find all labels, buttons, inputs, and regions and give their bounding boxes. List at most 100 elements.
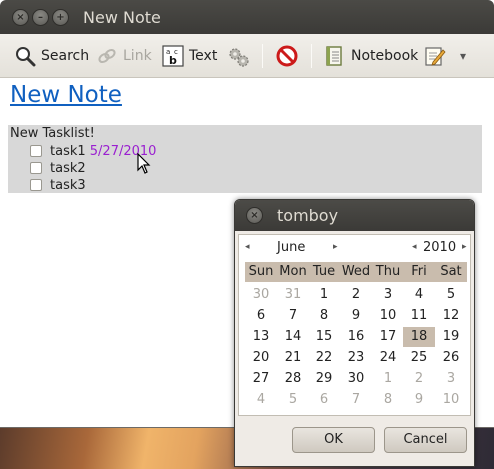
calendar-day[interactable]: 30 [245, 285, 277, 305]
note-title[interactable]: New Note [10, 82, 122, 108]
notebook-label: Notebook [351, 48, 419, 64]
cancel-button[interactable]: Cancel [384, 427, 467, 453]
calendar-day[interactable]: 24 [372, 348, 404, 368]
task-checkbox[interactable] [30, 145, 42, 157]
calendar-day[interactable]: 18 [403, 327, 435, 347]
mouse-pointer-icon [137, 153, 151, 174]
calendar-day[interactable]: 14 [277, 327, 309, 347]
task-label[interactable]: task3 [50, 178, 86, 193]
minimize-window-button[interactable]: – [32, 9, 49, 26]
window-titlebar[interactable]: × – + New Note [0, 0, 494, 34]
calendar-day[interactable]: 11 [403, 306, 435, 326]
calendar-day[interactable]: 7 [277, 306, 309, 326]
calendar-day[interactable]: 26 [435, 348, 467, 368]
calendar-day[interactable]: 1 [372, 369, 404, 389]
calendar-day[interactable]: 9 [403, 390, 435, 410]
weekday-header: Sun Mon Tue Wed Thu Fri Sat [245, 262, 467, 282]
calendar-day[interactable]: 31 [277, 285, 309, 305]
text-button[interactable]: a c b Text [162, 44, 217, 68]
next-month-button[interactable]: ▸ [333, 238, 338, 256]
task-checkbox[interactable] [30, 162, 42, 174]
calendar-day[interactable]: 4 [403, 285, 435, 305]
calendar-day[interactable]: 2 [340, 285, 372, 305]
text-label: Text [189, 48, 218, 64]
maximize-window-button[interactable]: + [52, 9, 69, 26]
svg-text:b: b [169, 54, 177, 67]
calendar-day[interactable]: 30 [340, 369, 372, 389]
calendar-day[interactable]: 8 [372, 390, 404, 410]
search-button[interactable]: Search [14, 44, 89, 68]
calendar-day[interactable]: 5 [435, 285, 467, 305]
prev-month-button[interactable]: ◂ [245, 238, 250, 256]
weekday-label: Sat [440, 264, 462, 279]
task-item: task3 [30, 177, 86, 193]
close-dialog-button[interactable]: × [246, 207, 263, 224]
search-label: Search [41, 48, 90, 64]
calendar-day[interactable]: 12 [435, 306, 467, 326]
calendar-day[interactable]: 21 [277, 348, 309, 368]
calendar-day[interactable]: 13 [245, 327, 277, 347]
weekday-label: Fri [411, 264, 427, 279]
calendar-day[interactable]: 4 [245, 390, 277, 410]
year-label: 2010 [423, 239, 457, 255]
text-style-icon: a c b [162, 45, 184, 67]
tasklist: New Tasklist! task1 5/27/2010 task2 task… [8, 125, 482, 193]
notebook-button[interactable]: Notebook [324, 44, 418, 68]
calendar-day[interactable]: 8 [308, 306, 340, 326]
arrow-right-icon: ▸ [333, 242, 338, 252]
tasklist-title[interactable]: New Tasklist! [10, 126, 95, 141]
dialog-title: tomboy [277, 206, 339, 225]
arrow-left-icon: ◂ [245, 242, 250, 252]
link-label: Link [123, 48, 152, 64]
prev-year-button[interactable]: ◂ [412, 238, 417, 256]
calendar-day[interactable]: 3 [372, 285, 404, 305]
calendar-day[interactable]: 22 [308, 348, 340, 368]
notebook-icon [324, 45, 346, 67]
note-actions-button[interactable] [424, 44, 446, 68]
calendar-day[interactable]: 10 [435, 390, 467, 410]
calendar-day[interactable]: 27 [245, 369, 277, 389]
calendar: ◂ June ▸ ◂ 2010 ▸ Sun Mon Tue Wed Thu Fr… [238, 234, 471, 416]
calendar-day[interactable]: 20 [245, 348, 277, 368]
window-title: New Note [83, 8, 161, 27]
tools-button[interactable] [227, 44, 249, 68]
no-entry-icon [276, 45, 298, 67]
calendar-day[interactable]: 1 [308, 285, 340, 305]
toolbar-menu-arrow[interactable]: ▾ [460, 44, 466, 68]
toolbar-separator [262, 44, 263, 68]
pencil-note-icon [424, 45, 446, 67]
search-icon [14, 45, 36, 67]
link-button[interactable]: Link [96, 44, 152, 68]
calendar-day[interactable]: 10 [372, 306, 404, 326]
task-item: task2 [30, 160, 86, 176]
ok-button[interactable]: OK [292, 427, 375, 453]
arrow-left-icon: ◂ [412, 242, 417, 252]
calendar-day[interactable]: 9 [340, 306, 372, 326]
delete-button[interactable] [276, 44, 298, 68]
calendar-day[interactable]: 3 [435, 369, 467, 389]
calendar-day[interactable]: 28 [277, 369, 309, 389]
window-controls: × – + [12, 9, 69, 26]
link-icon [96, 45, 118, 67]
calendar-day[interactable]: 7 [340, 390, 372, 410]
calendar-day[interactable]: 5 [277, 390, 309, 410]
calendar-day[interactable]: 29 [308, 369, 340, 389]
calendar-day[interactable]: 15 [308, 327, 340, 347]
calendar-day[interactable]: 6 [308, 390, 340, 410]
date-picker-dialog: × tomboy ◂ June ▸ ◂ 2010 ▸ Sun Mon Tue W… [234, 199, 475, 467]
next-year-button[interactable]: ▸ [462, 238, 467, 256]
gear-icon [227, 45, 249, 67]
task-checkbox[interactable] [30, 179, 42, 191]
calendar-day[interactable]: 23 [340, 348, 372, 368]
toolbar: Search Link a c b Text Notebook ▾ [0, 34, 494, 78]
calendar-day[interactable]: 17 [372, 327, 404, 347]
calendar-day[interactable]: 6 [245, 306, 277, 326]
dialog-titlebar[interactable]: × tomboy [235, 200, 474, 231]
task-label[interactable]: task2 [50, 161, 86, 176]
calendar-day[interactable]: 25 [403, 348, 435, 368]
close-window-button[interactable]: × [12, 9, 29, 26]
calendar-day[interactable]: 16 [340, 327, 372, 347]
weekday-label: Tue [312, 264, 336, 279]
calendar-day[interactable]: 2 [403, 369, 435, 389]
calendar-day[interactable]: 19 [435, 327, 467, 347]
